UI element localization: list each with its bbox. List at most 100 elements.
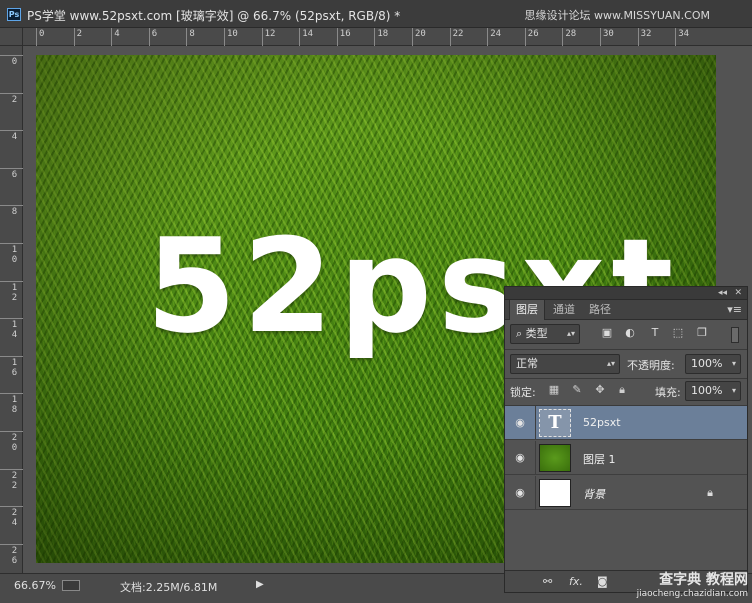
watermark-line-2: jiaocheng.chazidian.com — [636, 589, 748, 599]
fill-label: 填充: — [655, 386, 681, 399]
photoshop-app-icon: Ps — [7, 8, 21, 21]
filter-toggle[interactable] — [731, 327, 739, 343]
pixel-filter-icon[interactable]: ▣ — [600, 326, 614, 340]
ruler-origin[interactable] — [0, 28, 23, 46]
ruler-tick — [0, 55, 23, 56]
ruler-tick — [0, 130, 23, 132]
panel-menu-icon[interactable]: ▾≡ — [727, 303, 742, 316]
ruler-tick — [0, 506, 23, 508]
filter-kind-value: 类型 — [525, 327, 548, 340]
ruler-label: 6 — [11, 169, 18, 180]
watermark-line-1: 查字典 教程网 — [659, 572, 748, 588]
ruler-label: 14 — [302, 29, 314, 39]
layer-thumbnail[interactable] — [539, 444, 571, 472]
ruler-tick — [0, 243, 23, 244]
ruler-tick — [0, 393, 23, 395]
ruler-tick — [600, 28, 601, 46]
ruler-label: 1 8 — [11, 395, 18, 416]
ruler-label: 0 — [39, 29, 45, 39]
ruler-label: 2 4 — [11, 508, 18, 529]
lock-transparent-pixels-icon[interactable]: ▦ — [547, 383, 561, 397]
ruler-tick — [374, 28, 376, 46]
lock-position-icon[interactable]: ✥ — [593, 383, 607, 397]
ruler-tick — [224, 28, 225, 46]
layer-lock-icon[interactable]: 🔒︎ — [707, 486, 713, 500]
ruler-label: 1 4 — [11, 320, 18, 341]
ruler-tick — [0, 280, 23, 282]
layer-filter-row: ⌕ 类型 ▴▾ ▣ ◐ T ⬚ ❐ — [505, 321, 747, 349]
ruler-label: 16 — [339, 29, 351, 39]
layer-name[interactable]: 图层 1 — [583, 451, 616, 467]
ruler-label: 10 — [227, 29, 238, 39]
ruler-tick — [261, 28, 263, 46]
adjustment-filter-icon[interactable]: ◐ — [623, 326, 637, 340]
blend-mode-select[interactable]: 正常 ▴▾ — [510, 354, 620, 374]
ruler-tick — [73, 28, 75, 46]
smart-object-filter-icon[interactable]: ❐ — [695, 326, 709, 340]
visibility-eye-icon[interactable]: ◉ — [513, 416, 527, 430]
ruler-label: 26 — [527, 29, 539, 39]
layer-thumbnail[interactable] — [539, 479, 571, 507]
ruler-label: 2 6 — [11, 545, 18, 566]
lock-all-icon[interactable]: 🔒︎ — [615, 383, 629, 397]
ruler-label: 2 — [11, 94, 18, 105]
visibility-eye-icon[interactable]: ◉ — [513, 486, 527, 500]
ruler-tick — [0, 543, 23, 545]
layer-name[interactable]: 52psxt — [583, 416, 621, 429]
ruler-label: 12 — [264, 29, 276, 39]
text-layer-thumbnail[interactable]: T — [539, 409, 571, 437]
close-panel-icon[interactable]: ✕ — [734, 287, 742, 299]
ruler-tick — [524, 28, 526, 46]
status-icon[interactable] — [62, 580, 80, 591]
chevron-updown-icon: ▴▾ — [606, 359, 615, 368]
filter-kind-select[interactable]: ⌕ 类型 ▴▾ — [510, 324, 580, 344]
collapse-panel-icon[interactable]: ◂◂ — [718, 287, 727, 299]
status-menu-arrow-icon[interactable]: ▶ — [256, 579, 264, 590]
site-watermark-bottom: 查字典 教程网 jiaocheng.chazidian.com — [637, 569, 748, 599]
opacity-input[interactable]: 100% ▾ — [685, 354, 741, 374]
ruler-label: 2 — [76, 29, 83, 39]
tab-layers[interactable]: 图层 — [509, 300, 545, 320]
ruler-tick — [675, 28, 677, 46]
layer-row-background[interactable]: ◉ 背景 🔒︎ — [505, 476, 747, 510]
ruler-tick — [186, 28, 188, 46]
ruler-tick — [0, 205, 23, 207]
mask-icon[interactable]: ◙ — [597, 575, 608, 588]
lock-image-pixels-icon[interactable]: ✎ — [570, 383, 584, 397]
link-icon[interactable]: ⚯ — [543, 575, 552, 588]
layer-row-52psxt[interactable]: ◉ T 52psxt — [505, 406, 747, 440]
divider — [535, 441, 536, 475]
fill-input[interactable]: 100% ▾ — [685, 381, 741, 401]
zoom-level[interactable]: 66.67% — [14, 579, 56, 592]
fx-icon[interactable]: fx. — [569, 575, 583, 588]
ruler-tick — [336, 28, 338, 46]
ruler-label: 28 — [565, 29, 577, 39]
document-tab-title[interactable]: PS学堂 www.52psxt.com [玻璃字效] @ 66.7% (52ps… — [27, 7, 400, 24]
ruler-tick — [0, 318, 23, 320]
ruler-label: 22 — [452, 29, 464, 39]
vertical-ruler[interactable]: 0 2 4 6 8 1 0 1 2 1 4 1 6 1 8 2 0 2 2 2 4 2 6 — [0, 46, 23, 573]
visibility-eye-icon[interactable]: ◉ — [513, 451, 527, 465]
tab-channels[interactable]: 通道 — [547, 300, 581, 320]
layer-name[interactable]: 背景 — [583, 486, 605, 502]
layer-row-layer-1[interactable]: ◉ 图层 1 — [505, 441, 747, 475]
layers-panel: ◂◂ ✕ 图层 通道 路径 ▾≡ ⌕ 类型 ▴▾ ▣ ◐ T ⬚ ❐ 正常 ▴▾… — [504, 286, 748, 593]
ruler-label: 1 0 — [11, 245, 18, 265]
horizontal-ruler[interactable]: 0 2 4 6 8 10 12 14 16 18 20 22 24 26 28 30 32 34 — [23, 28, 752, 46]
ruler-tick — [487, 28, 489, 46]
type-filter-icon[interactable]: T — [648, 326, 662, 340]
ruler-label: 6 — [151, 29, 158, 39]
divider — [535, 476, 536, 510]
ruler-label: 0 — [11, 57, 18, 67]
ruler-label: 8 — [11, 207, 18, 218]
lock-row: 锁定: ▦ ✎ ✥ 🔒︎ 填充: 100% ▾ — [505, 379, 747, 405]
blend-mode-value: 正常 — [516, 357, 538, 370]
ruler-label: 1 6 — [11, 357, 18, 378]
ruler-label: 32 — [640, 29, 652, 39]
ruler-tick — [449, 28, 451, 46]
divider — [535, 406, 536, 440]
ruler-label: 8 — [189, 29, 195, 39]
ruler-tick — [299, 28, 301, 46]
shape-filter-icon[interactable]: ⬚ — [671, 326, 685, 340]
tab-paths[interactable]: 路径 — [583, 300, 617, 320]
